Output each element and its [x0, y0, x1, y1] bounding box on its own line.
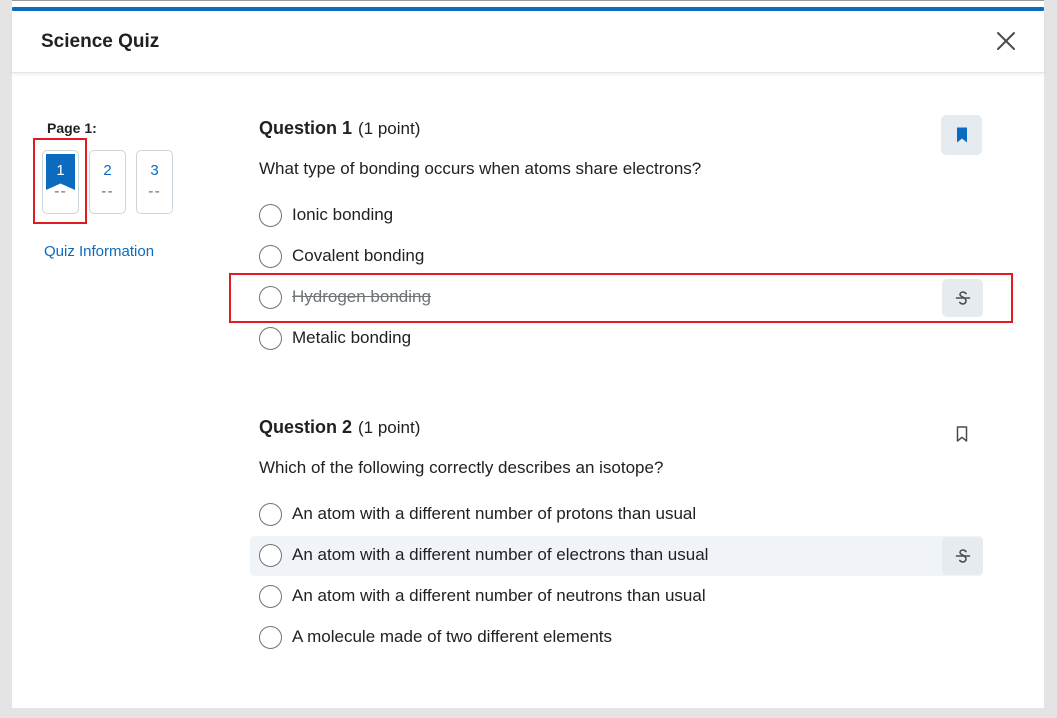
radio-button[interactable]	[259, 585, 282, 608]
left-margin	[0, 0, 12, 718]
quiz-information-link[interactable]: Quiz Information	[44, 243, 154, 260]
page-number: 2	[103, 162, 112, 179]
question-title: Question 1	[259, 118, 353, 138]
close-icon	[997, 32, 1015, 50]
strikethrough-button[interactable]	[942, 537, 983, 575]
question-2-header: Question 2 (1 point)	[259, 417, 420, 438]
radio-button[interactable]	[259, 544, 282, 567]
page-number: 1	[56, 162, 65, 179]
radio-button[interactable]	[259, 204, 282, 227]
bookmark-outline-icon	[956, 426, 967, 442]
question-title: Question 2	[259, 417, 353, 437]
option-q1-4[interactable]: Metalic bonding	[250, 319, 983, 359]
page-number: 3	[150, 162, 159, 179]
question-1-header: Question 1 (1 point)	[259, 118, 420, 139]
highlight-box-current-page	[33, 138, 87, 224]
bookmark-filled-icon	[956, 127, 967, 143]
option-label: Metalic bonding	[292, 328, 412, 347]
option-label: A molecule made of two different element…	[292, 627, 613, 646]
option-label: An atom with a different number of elect…	[292, 545, 709, 564]
question-text: Which of the following correctly describ…	[259, 458, 664, 477]
page-status: --	[148, 183, 161, 200]
bookmark-button-q1[interactable]	[941, 115, 982, 155]
dialog-title: Science Quiz	[41, 31, 160, 52]
option-q2-1[interactable]: An atom with a different number of proto…	[250, 495, 983, 535]
header-accent-bar	[12, 7, 1044, 11]
option-label: An atom with a different number of proto…	[292, 504, 697, 523]
bookmark-button-q2[interactable]	[941, 414, 982, 454]
option-q1-2[interactable]: Covalent bonding	[250, 237, 983, 277]
question-text: What type of bonding occurs when atoms s…	[259, 159, 702, 178]
close-button[interactable]	[990, 25, 1022, 57]
page-tile-2[interactable]: 2 --	[89, 150, 126, 214]
dialog-header: Science Quiz	[12, 11, 1044, 73]
radio-button[interactable]	[259, 245, 282, 268]
option-q2-2[interactable]: An atom with a different number of elect…	[250, 536, 983, 576]
option-q1-1[interactable]: Ionic bonding	[250, 196, 983, 236]
radio-button[interactable]	[259, 626, 282, 649]
option-q2-3[interactable]: An atom with a different number of neutr…	[250, 577, 983, 617]
page-label: Page 1:	[47, 120, 97, 136]
strikethrough-icon	[955, 549, 970, 563]
radio-button[interactable]	[259, 503, 282, 526]
bottom-margin	[0, 708, 1057, 718]
page-tile-3[interactable]: 3 --	[136, 150, 173, 214]
option-label: Ionic bonding	[292, 205, 394, 224]
option-q2-4[interactable]: A molecule made of two different element…	[250, 618, 983, 658]
option-label: An atom with a different number of neutr…	[292, 586, 706, 605]
question-points: (1 point)	[358, 418, 421, 437]
highlight-box-struck-option	[229, 273, 1013, 323]
right-margin	[1044, 0, 1057, 718]
page-status: --	[101, 183, 114, 200]
radio-button[interactable]	[259, 327, 282, 350]
option-label: Covalent bonding	[292, 246, 425, 265]
question-points: (1 point)	[358, 119, 421, 138]
